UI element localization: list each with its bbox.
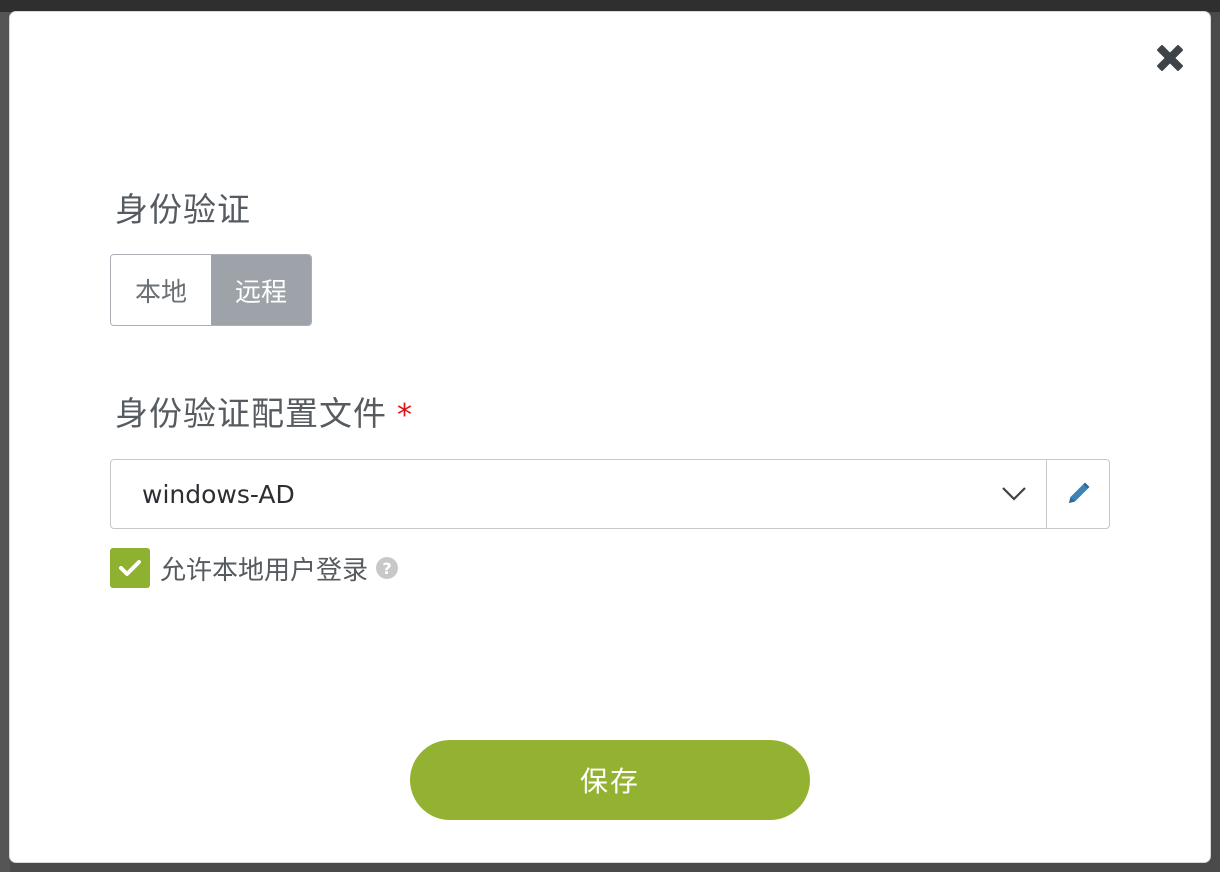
question-circle-icon[interactable]: ? — [376, 557, 399, 579]
allow-local-login-checkbox[interactable] — [110, 548, 150, 588]
profile-select-value: windows-AD — [142, 479, 295, 509]
required-mark: * — [397, 398, 413, 433]
profile-title-text: 身份验证配置文件 — [115, 394, 387, 433]
backdrop-left-edge — [0, 12, 10, 872]
chevron-down-icon — [1002, 487, 1026, 501]
checkmark-icon — [119, 560, 141, 576]
close-button[interactable] — [1150, 38, 1190, 78]
close-icon — [1157, 45, 1183, 71]
save-button[interactable]: 保存 — [410, 740, 810, 820]
auth-mode-local[interactable]: 本地 — [111, 255, 211, 325]
backdrop-top-bar — [0, 0, 1220, 12]
authentication-modal: 身份验证 本地 远程 身份验证配置文件 * windows-AD 允许本地用户登… — [10, 12, 1210, 862]
allow-local-login-row: 允许本地用户登录 ? — [110, 548, 399, 588]
profile-select[interactable]: windows-AD — [111, 460, 1046, 528]
allow-local-login-label: 允许本地用户登录 — [160, 555, 369, 586]
profile-select-group: windows-AD — [110, 459, 1110, 529]
auth-mode-remote[interactable]: 远程 — [211, 255, 311, 325]
auth-section-title: 身份验证 — [115, 190, 251, 229]
pencil-icon — [1069, 482, 1090, 503]
edit-profile-button[interactable] — [1046, 460, 1109, 528]
auth-mode-toggle: 本地 远程 — [110, 254, 312, 326]
profile-section-title: 身份验证配置文件 * — [115, 394, 413, 436]
